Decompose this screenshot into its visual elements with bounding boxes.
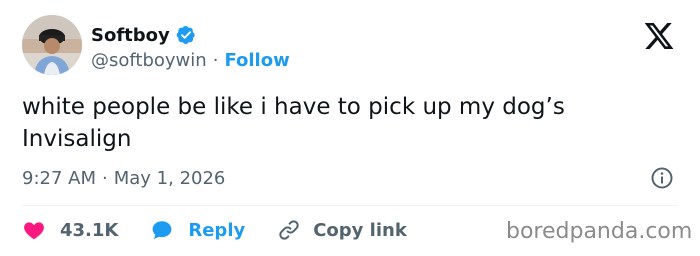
x-logo-icon[interactable] xyxy=(642,20,676,52)
author-display-name[interactable]: Softboy xyxy=(91,25,170,46)
divider xyxy=(22,205,678,206)
author-handle[interactable]: @softboywin xyxy=(91,50,207,71)
like-count: 43.1K xyxy=(60,219,119,241)
handle-separator: · xyxy=(212,49,219,71)
watermark: boredpanda.com xyxy=(506,219,693,244)
copy-link-button[interactable]: Copy link xyxy=(277,218,407,242)
action-bar: 43.1K Reply Copy link xyxy=(22,216,407,244)
timestamp-separator: · xyxy=(102,167,108,189)
heart-icon xyxy=(22,218,46,242)
link-icon xyxy=(277,218,301,242)
tweet-date: May 1, 2026 xyxy=(113,167,226,189)
reply-bubble-icon xyxy=(150,218,174,242)
verified-badge-icon xyxy=(176,25,196,45)
tweet-timestamp[interactable]: 9:27 AM · May 1, 2026 xyxy=(22,166,225,190)
reply-label: Reply xyxy=(188,219,246,241)
author-name-row: Softboy xyxy=(91,22,196,48)
reply-button[interactable]: Reply xyxy=(150,218,245,242)
follow-button[interactable]: Follow xyxy=(224,50,289,71)
tweet-card: Softboy @softboywin · Follow white peopl… xyxy=(0,0,700,256)
author-handle-row: @softboywin · Follow xyxy=(91,48,290,72)
like-button[interactable]: 43.1K xyxy=(22,218,118,242)
avatar-image xyxy=(22,15,82,75)
copy-link-label: Copy link xyxy=(313,219,407,241)
tweet-text: white people be like i have to pick up m… xyxy=(22,94,565,152)
avatar[interactable] xyxy=(22,15,82,75)
tweet-time: 9:27 AM xyxy=(22,167,96,189)
info-icon[interactable] xyxy=(650,166,674,190)
